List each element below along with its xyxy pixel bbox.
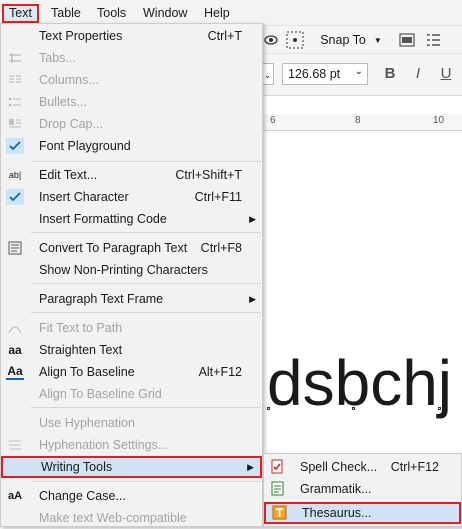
paragraph-text-icon [6,240,24,256]
menu-separator [31,312,261,313]
checkmark-icon [6,138,24,154]
change-case-icon: aA [7,490,23,502]
ruler-tick-label: 10 [433,115,445,126]
menu-item-insert-formatting-code[interactable]: Insert Formatting Code ▶ [1,208,262,230]
canvas-sample-text: dsbchj [267,347,452,419]
ruler-tick-label: 8 [355,115,361,126]
eye-icon[interactable] [262,28,280,52]
guides-icon[interactable] [282,28,308,52]
grammatik-icon [270,481,286,497]
menu-separator [31,232,261,233]
spell-check-icon [270,459,286,475]
menu-item-insert-character[interactable]: Insert Character Ctrl+F11 [1,186,262,208]
hyphenation-settings-icon [6,437,24,453]
menu-item-show-non-printing-characters[interactable]: Show Non-Printing Characters [1,259,262,281]
list-settings-icon[interactable] [422,28,444,52]
menu-table[interactable]: Table [46,4,86,23]
text-menu: Text Properties Ctrl+T Tabs... Columns..… [0,23,263,527]
tabs-icon [6,50,24,66]
edit-text-icon: ab| [8,170,22,180]
font-chevron-down-icon[interactable]: ⌄ [262,63,274,85]
menu-item-fit-text-to-path[interactable]: Fit Text to Path [1,317,262,339]
chevron-down-icon: ⌄ [354,66,363,77]
selection-handle[interactable] [438,407,441,410]
menu-item-spell-check[interactable]: Spell Check... Ctrl+F12 [264,456,461,478]
bold-icon: B [384,65,396,82]
menu-item-tabs[interactable]: Tabs... [1,47,262,69]
menu-item-drop-cap[interactable]: Drop Cap... [1,113,262,135]
font-size-input[interactable]: 126.68 pt ⌄ [282,63,368,85]
menu-item-change-case[interactable]: aA Change Case... [1,485,262,507]
italic-button[interactable]: I [408,63,428,85]
drop-cap-icon [6,116,24,132]
straighten-text-icon: aa [8,343,22,357]
selection-handle[interactable] [352,407,355,410]
checkmark-icon [6,189,24,205]
menu-item-paragraph-text-frame[interactable]: Paragraph Text Frame ▶ [1,288,262,310]
menu-window[interactable]: Window [138,4,192,23]
columns-icon [6,72,24,88]
underline-icon: U [440,65,452,82]
menu-item-grammatik[interactable]: Grammatik... [264,478,461,500]
menu-item-thesaurus[interactable]: Thesaurus... [264,502,461,524]
fit-text-to-path-icon [6,320,24,336]
ruler-tick-label: 6 [270,115,276,126]
menu-item-edit-text[interactable]: ab| Edit Text... Ctrl+Shift+T [1,164,262,186]
italic-icon: I [415,65,421,82]
canvas-text-object[interactable]: dsbchj [267,351,452,415]
menu-item-writing-tools[interactable]: Writing Tools ▶ [1,456,262,478]
menu-separator [31,161,261,162]
standard-toolbar: Snap To ▼ [262,26,462,54]
chevron-down-icon: ▼ [373,35,382,45]
underline-button[interactable]: U [436,63,456,85]
thesaurus-icon [272,505,288,521]
menu-item-align-to-baseline-grid[interactable]: Align To Baseline Grid [1,383,262,405]
snap-to-dropdown[interactable]: Snap To ▼ [318,28,384,52]
menu-item-use-hyphenation[interactable]: Use Hyphenation [1,412,262,434]
snap-to-label: Snap To [320,33,366,47]
bold-button[interactable]: B [380,63,400,85]
submenu-arrow-icon: ▶ [247,462,254,472]
selection-handle[interactable] [267,407,270,410]
menu-item-straighten-text[interactable]: aa Straighten Text [1,339,262,361]
menu-item-make-text-web-compatible[interactable]: Make text Web-compatible [1,507,262,529]
submenu-arrow-icon: ▶ [249,214,256,224]
menu-item-align-to-baseline[interactable]: Aa Align To Baseline Alt+F12 [1,361,262,383]
submenu-arrow-icon: ▶ [249,294,256,304]
menu-separator [31,283,261,284]
menu-tools[interactable]: Tools [92,4,131,23]
menu-separator [31,407,261,408]
property-bar: ⌄ 126.68 pt ⌄ B I U [262,54,462,96]
menu-item-hyphenation-settings[interactable]: Hyphenation Settings... [1,434,262,456]
align-to-baseline-icon: Aa [6,364,24,380]
menu-item-text-properties[interactable]: Text Properties Ctrl+T [1,25,262,47]
menu-help[interactable]: Help [199,4,235,23]
options-icon[interactable] [396,28,418,52]
menu-item-font-playground[interactable]: Font Playground [1,135,262,157]
bullets-icon [6,94,24,110]
menu-item-convert-to-paragraph-text[interactable]: Convert To Paragraph Text Ctrl+F8 [1,237,262,259]
menu-separator [31,481,261,482]
writing-tools-submenu: Spell Check... Ctrl+F12 Grammatik... The… [263,453,462,527]
menu-item-bullets[interactable]: Bullets... [1,91,262,113]
menu-item-columns[interactable]: Columns... [1,69,262,91]
font-size-value: 126.68 pt [288,67,341,81]
horizontal-ruler[interactable]: 6 8 10 [262,114,462,131]
menu-text[interactable]: Text [2,4,39,23]
